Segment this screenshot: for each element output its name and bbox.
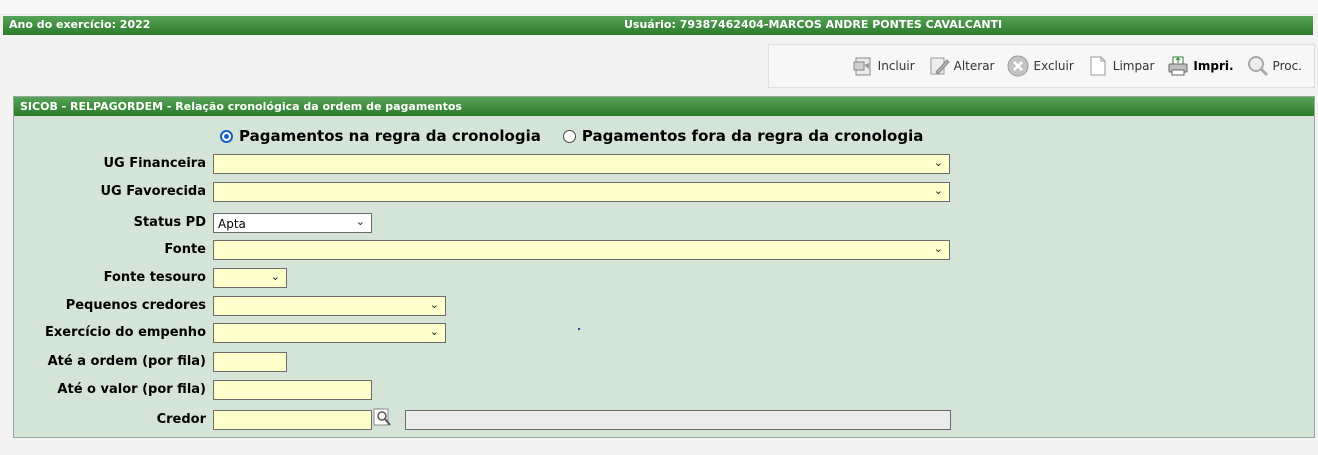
delete-icon (1007, 55, 1029, 77)
fonte-label: Fonte (164, 242, 206, 257)
ug-financeira-select[interactable]: ⌄ (213, 154, 950, 174)
ug-financeira-label: UG Financeira (103, 156, 206, 171)
edit-icon (930, 57, 950, 75)
top-strip (0, 0, 1318, 15)
credor-name-display (405, 410, 951, 430)
fonte-tesouro-select[interactable]: ⌄ (213, 268, 287, 288)
radio-unchecked-icon[interactable] (562, 129, 576, 143)
cronologia-radio-group: Pagamentos na regra da cronologia Pagame… (220, 127, 945, 145)
exercise-year: Ano do exercício: 2022 (9, 18, 151, 31)
blank-page-icon (1090, 56, 1106, 76)
excluir-label: Excluir (1033, 59, 1074, 73)
fonte-select[interactable]: ⌄ (213, 240, 950, 260)
radio-fora-label: Pagamentos fora da regra da cronologia (581, 127, 924, 145)
fonte-tesouro-label: Fonte tesouro (103, 270, 206, 285)
ate-valor-input[interactable] (213, 380, 372, 400)
ate-valor-label: Até o valor (por fila) (57, 382, 206, 397)
printer-icon (1168, 56, 1188, 76)
chevron-down-icon: ⌄ (429, 298, 439, 311)
toolbar: Incluir Alterar Excluir Limpar Impri. Pr… (768, 44, 1315, 88)
pequenos-credores-select[interactable]: ⌄ (213, 296, 446, 316)
alterar-label: Alterar (953, 59, 995, 73)
radio-fora-regra-cronologia[interactable]: Pagamentos fora da regra da cronologia (562, 127, 924, 145)
user-info: Usuário: 79387462404-MARCOS ANDRE PONTES… (624, 18, 1003, 31)
chevron-down-icon: ⌄ (933, 184, 943, 197)
stray-dot (578, 328, 580, 330)
chevron-down-icon: ⌄ (429, 325, 439, 338)
pequenos-credores-label: Pequenos credores (65, 298, 206, 313)
limpar-label: Limpar (1112, 59, 1155, 73)
exercicio-empenho-label: Exercício do empenho (45, 325, 206, 340)
chevron-down-icon: ⌄ (933, 156, 943, 169)
imprimir-button[interactable]: Impri. (1166, 54, 1234, 78)
panel-title: SICOB - RELPAGORDEM - Relação cronológic… (14, 97, 1314, 116)
limpar-button[interactable]: Limpar (1086, 54, 1155, 78)
chevron-down-icon: ⌄ (933, 242, 943, 255)
form-panel: SICOB - RELPAGORDEM - Relação cronológic… (13, 96, 1315, 438)
ug-favorecida-label: UG Favorecida (100, 184, 206, 199)
credor-label: Credor (156, 412, 206, 427)
radio-checked-icon[interactable] (220, 129, 233, 143)
incluir-label: Incluir (877, 59, 915, 73)
header-bar: Ano do exercício: 2022 Usuário: 79387462… (3, 16, 1313, 35)
chevron-down-icon: ⌄ (270, 270, 280, 283)
radio-regra-cronologia[interactable]: Pagamentos na regra da cronologia (220, 127, 541, 145)
magnifier-icon (1247, 56, 1268, 77)
exercicio-empenho-select[interactable]: ⌄ (213, 323, 446, 343)
procurar-button[interactable]: Proc. (1246, 54, 1302, 78)
credor-search-icon[interactable] (373, 408, 393, 428)
credor-input[interactable] (213, 410, 372, 430)
imprimir-label: Impri. (1193, 59, 1234, 73)
add-document-icon (853, 57, 871, 76)
alterar-button[interactable]: Alterar (927, 54, 995, 78)
status-pd-value: Apta (218, 217, 246, 231)
chevron-down-icon: ⌄ (355, 215, 365, 228)
ug-favorecida-select[interactable]: ⌄ (213, 182, 950, 202)
ate-ordem-label: Até a ordem (por fila) (47, 354, 206, 369)
procurar-label: Proc. (1272, 59, 1302, 73)
radio-regra-label: Pagamentos na regra da cronologia (239, 127, 541, 145)
excluir-button[interactable]: Excluir (1006, 54, 1074, 78)
ate-ordem-input[interactable] (213, 352, 287, 372)
status-pd-select[interactable]: Apta ⌄ (213, 213, 372, 233)
incluir-button[interactable]: Incluir (851, 54, 915, 78)
status-pd-label: Status PD (133, 215, 206, 230)
